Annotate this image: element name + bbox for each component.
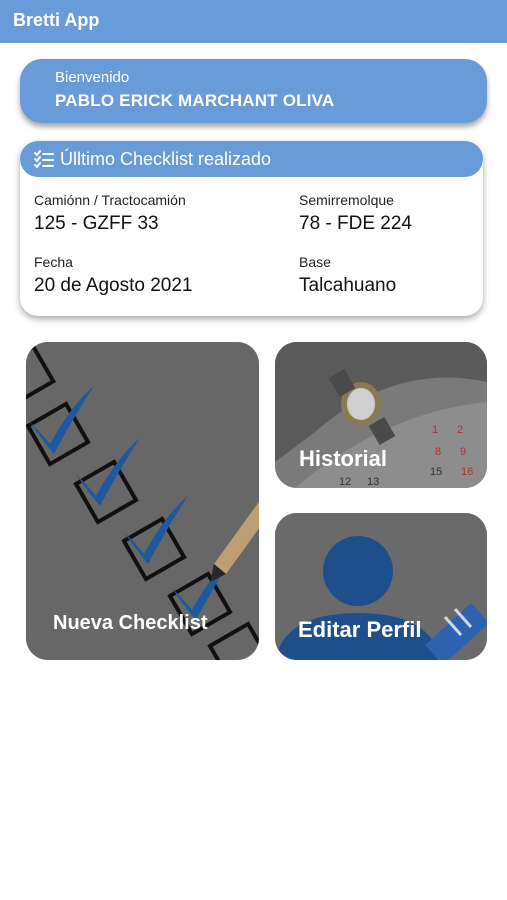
welcome-label: Bienvenido xyxy=(55,69,130,86)
calendar-digit: 16 xyxy=(461,466,474,478)
calendar-digit: 1 xyxy=(432,424,439,436)
welcome-banner: Bienvenido PABLO ERICK MARCHANT OLIVA xyxy=(20,59,487,123)
edit-profile-label: Editar Perfil xyxy=(298,617,422,642)
edit-profile-tile[interactable]: Editar Perfil xyxy=(275,513,487,660)
new-checklist-tile[interactable]: Nueva Checklist xyxy=(26,342,259,660)
new-checklist-label: Nueva Checklist xyxy=(53,612,208,634)
history-label: Historial xyxy=(299,446,388,471)
truck-value: 125 - GZFF 33 xyxy=(34,213,159,234)
app-title: Bretti App xyxy=(13,10,100,30)
card-title: Úlltimo Checklist realizado xyxy=(60,149,272,169)
date-label: Fecha xyxy=(34,254,73,270)
card-header: Úlltimo Checklist realizado xyxy=(20,141,483,177)
calendar-digit: 9 xyxy=(460,446,467,458)
base-value: Talcahuano xyxy=(299,275,397,296)
truck-label: Camiónn / Tractocamión xyxy=(34,192,186,208)
app-bar: Bretti App xyxy=(0,0,507,43)
date-value: 20 de Agosto 2021 xyxy=(34,275,193,296)
trailer-label: Semirremolque xyxy=(299,192,394,208)
history-tile[interactable]: 1 2 8 9 15 16 12 13 Historial xyxy=(275,342,487,488)
calendar-digit: 8 xyxy=(435,446,442,458)
user-head-icon xyxy=(323,536,393,606)
calendar-digit: 13 xyxy=(367,476,380,488)
calendar-digit: 12 xyxy=(339,476,352,488)
trailer-value: 78 - FDE 224 xyxy=(299,213,412,234)
user-name: PABLO ERICK MARCHANT OLIVA xyxy=(55,91,335,110)
base-label: Base xyxy=(299,254,331,270)
calendar-digit: 2 xyxy=(457,424,464,436)
last-checklist-card: Úlltimo Checklist realizado Camiónn / Tr… xyxy=(20,141,483,316)
checklist-icon xyxy=(34,150,54,168)
calendar-digit: 15 xyxy=(430,466,443,478)
